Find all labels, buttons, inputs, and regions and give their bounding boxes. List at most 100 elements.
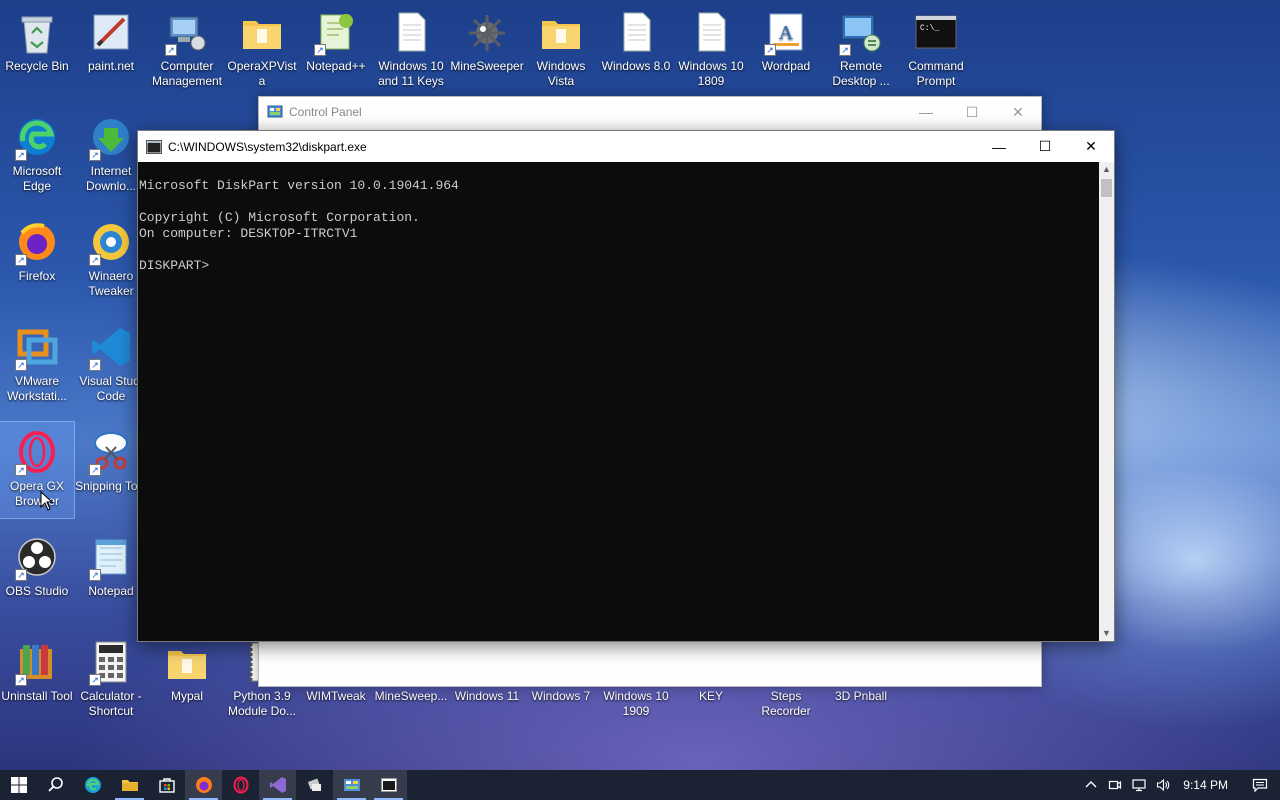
desktop-icon-operaxpvista[interactable]: OperaXPVista	[225, 2, 299, 98]
shortcut-arrow-icon: ↗	[89, 569, 101, 581]
taskbar-clock[interactable]: 9:14 PM	[1175, 778, 1240, 792]
tray-network[interactable]	[1127, 770, 1151, 800]
tray-meet-now[interactable]	[1103, 770, 1127, 800]
console-close-button[interactable]: ✕	[1068, 131, 1114, 162]
taskbar-store[interactable]	[148, 770, 185, 800]
desktop-icon-wordpad[interactable]: A ↗ Wordpad	[749, 2, 823, 98]
windows-logo-icon	[10, 777, 27, 793]
taskbar-edge[interactable]	[74, 770, 111, 800]
firefox-icon	[195, 777, 212, 793]
shortcut-arrow-icon: ↗	[314, 44, 326, 56]
shortcut-arrow-icon: ↗	[15, 464, 27, 476]
desktop-icon-label: MineSweeper	[450, 59, 524, 73]
taskbar-file-explorer[interactable]	[111, 770, 148, 800]
desktop-icon-remote-desktop[interactable]: ↗ Remote Desktop ...	[824, 2, 898, 98]
obs-icon: ↗	[13, 533, 61, 581]
vscode-icon: ↗	[87, 323, 135, 371]
snipping-tool-icon: ↗	[87, 428, 135, 476]
desktop-icon-label: Windows Vista	[536, 59, 586, 88]
diskpart-console-window[interactable]: C:\WINDOWS\system32\diskpart.exe — ☐ ✕ M…	[137, 130, 1115, 642]
text-file-icon	[687, 8, 735, 56]
text-file-icon	[612, 8, 660, 56]
winaero-icon: ↗	[87, 218, 135, 266]
desktop-icon-label: Firefox	[18, 269, 56, 283]
desktop-icon-label: 3D Pnball	[834, 689, 888, 703]
tray-volume[interactable]	[1151, 770, 1175, 800]
desktop-icon-label: Command Prompt	[908, 59, 964, 88]
shortcut-arrow-icon: ↗	[15, 569, 27, 581]
desktop-icon-label: MineSweep...	[374, 689, 448, 703]
close-button[interactable]: ✕	[995, 97, 1041, 127]
scroll-thumb[interactable]	[1101, 179, 1112, 197]
start-button[interactable]	[0, 770, 37, 800]
tray-chevron[interactable]	[1079, 770, 1103, 800]
desktop-icon-windows-10-1809[interactable]: Windows 10 1809	[674, 2, 748, 98]
desktop-icon-label: Windows 10 1909	[603, 689, 669, 718]
desktop-icon-calculator-shortcut[interactable]: ↗ Calculator - Shortcut	[74, 632, 148, 728]
folder-icon	[537, 8, 585, 56]
taskbar-opera[interactable]	[222, 770, 259, 800]
action-center-button[interactable]	[1240, 770, 1280, 800]
console-titlebar[interactable]: C:\WINDOWS\system32\diskpart.exe — ☐ ✕	[138, 131, 1114, 162]
firefox-icon: ↗	[13, 218, 61, 266]
mouse-cursor-icon	[40, 491, 54, 511]
shortcut-arrow-icon: ↗	[839, 44, 851, 56]
control-panel-titlebar[interactable]: Control Panel — ☐ ✕	[259, 97, 1041, 127]
desktop-icon-firefox[interactable]: ↗ Firefox	[0, 212, 74, 308]
console-line: On computer: DESKTOP-ITRCTV1	[139, 226, 358, 241]
shortcut-arrow-icon: ↗	[89, 464, 101, 476]
chevron-up-icon	[1085, 781, 1097, 788]
text-file-icon	[387, 8, 435, 56]
minimize-button[interactable]: —	[903, 97, 949, 127]
desktop-icon-computer-management[interactable]: ↗ Computer Management	[150, 2, 224, 98]
folder-icon	[121, 780, 138, 791]
taskbar-tool[interactable]	[296, 770, 333, 800]
taskbar-firefox[interactable]	[185, 770, 222, 800]
desktop-icon-label: Microsoft Edge	[12, 164, 62, 193]
desktop-icon-command-prompt[interactable]: C:\_ Command Prompt	[899, 2, 973, 98]
desktop-icon-minesweeper[interactable]: MineSweeper	[450, 2, 524, 98]
desktop-icon-notepad[interactable]: ↗ Notepad++	[299, 2, 373, 98]
desktop-icon-windows-vista[interactable]: Windows Vista	[524, 2, 598, 98]
desktop-icon-vmware-workstati[interactable]: ↗ VMware Workstati...	[0, 317, 74, 413]
maximize-button[interactable]: ☐	[949, 97, 995, 127]
desktop-icon-mypal[interactable]: Mypal	[150, 632, 224, 728]
desktop-icon-obs-studio[interactable]: ↗ OBS Studio	[0, 527, 74, 623]
desktop-icon-microsoft-edge[interactable]: ↗ Microsoft Edge	[0, 107, 74, 203]
desktop-icon-label: Steps Recorder	[761, 689, 811, 718]
notepadpp-icon: ↗	[312, 8, 360, 56]
desktop-icon-label: Wordpad	[761, 59, 811, 73]
desktop-icon-recycle-bin[interactable]: Recycle Bin	[0, 2, 74, 98]
taskbar-diskpart[interactable]	[370, 770, 407, 800]
taskbar-visual-studio[interactable]	[259, 770, 296, 800]
scroll-down-arrow[interactable]: ▼	[1099, 626, 1114, 641]
console-maximize-button[interactable]: ☐	[1022, 131, 1068, 162]
desktop-icon-label: OBS Studio	[5, 584, 69, 598]
tool-icon	[307, 778, 321, 791]
console-minimize-button[interactable]: —	[976, 131, 1022, 162]
search-button[interactable]	[37, 770, 74, 800]
folder-icon	[163, 638, 211, 686]
scroll-up-arrow[interactable]: ▲	[1099, 162, 1114, 177]
desktop-icon-paint-net[interactable]: paint.net	[74, 2, 148, 98]
svg-text:C:\_: C:\_	[920, 24, 939, 33]
visual-studio-icon	[269, 777, 286, 793]
desktop-icon-windows-10-and-11-keys[interactable]: Windows 10 and 11 Keys	[374, 2, 448, 98]
computer-management-icon: ↗	[163, 8, 211, 56]
console-scrollbar[interactable]: ▲ ▼	[1099, 162, 1114, 641]
desktop-icon-label: OperaXPVista	[227, 59, 297, 88]
idm-icon: ↗	[87, 113, 135, 161]
console-output[interactable]: Microsoft DiskPart version 10.0.19041.96…	[138, 162, 1099, 641]
desktop-icon-uninstall-tool[interactable]: ↗ Uninstall Tool	[0, 632, 74, 728]
desktop-icon-windows-8-0[interactable]: Windows 8.0	[599, 2, 673, 98]
notification-icon	[1252, 778, 1268, 793]
paintnet-icon	[87, 8, 135, 56]
desktop-icon-opera-gx-browser[interactable]: ↗ Opera GX Browser	[0, 421, 75, 519]
network-icon	[1132, 779, 1146, 792]
console-title: C:\WINDOWS\system32\diskpart.exe	[168, 139, 367, 154]
control-panel-title: Control Panel	[289, 105, 362, 119]
taskbar-control-panel[interactable]	[333, 770, 370, 800]
recycle-bin-icon	[13, 8, 61, 56]
console-app-icon	[380, 778, 397, 792]
